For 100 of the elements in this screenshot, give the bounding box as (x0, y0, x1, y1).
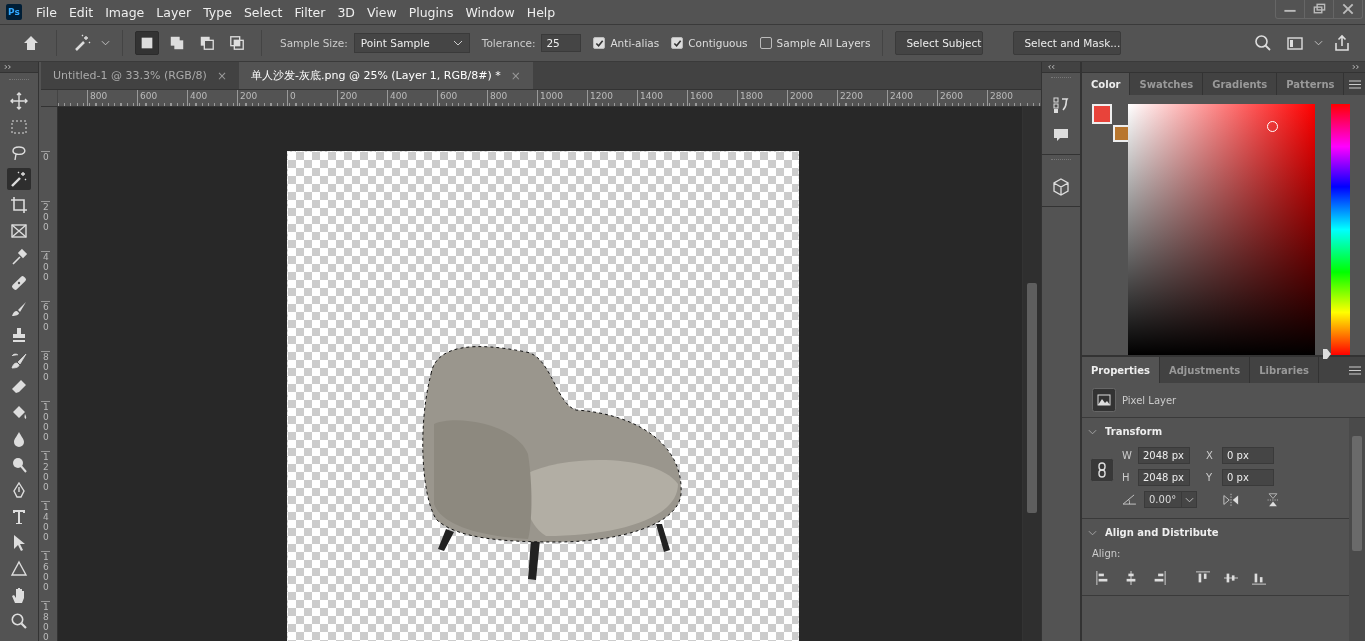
menu-item[interactable]: File (30, 4, 63, 20)
align-label: Align: (1092, 548, 1122, 559)
ruler-label: 600 (41, 301, 50, 351)
menu-item[interactable]: Edit (62, 4, 100, 20)
ruler-label: 200 (237, 90, 287, 106)
document-tab[interactable]: Untitled-1 @ 33.3% (RGB/8) × (41, 62, 239, 89)
align-right-icon[interactable] (1152, 571, 1166, 585)
option-button[interactable]: Select Subject (895, 31, 984, 55)
flip-vertical-icon[interactable] (1265, 492, 1281, 507)
ruler-label: 2200 (837, 90, 887, 106)
section-title: Transform (1105, 426, 1163, 437)
document-tab[interactable]: 单人沙发-灰底.png @ 25% (Layer 1, RGB/8#) * × (239, 62, 533, 89)
caret-icon (1184, 496, 1194, 503)
panel-tab[interactable]: Properties (1082, 357, 1160, 383)
link-icon[interactable] (1090, 458, 1114, 482)
ruler-label: 400 (41, 251, 50, 301)
ruler-label: 1000 (41, 401, 50, 451)
menu-item[interactable]: Window (459, 4, 521, 20)
ruler-label: 2800 (987, 90, 1037, 106)
workspace-icon[interactable] (1286, 34, 1304, 52)
search-icon[interactable] (1254, 34, 1272, 52)
ruler-label: 600 (437, 90, 487, 106)
menu-icon[interactable] (1349, 79, 1361, 89)
menu-icon[interactable] (1349, 365, 1361, 375)
x-label: X (1206, 450, 1214, 461)
panel-tab[interactable]: Swatches (1130, 73, 1204, 95)
selection-mode-button[interactable] (135, 31, 159, 55)
ruler-label: 200 (337, 90, 387, 106)
ruler-label: 0 (41, 151, 50, 201)
share-icon[interactable] (1333, 34, 1351, 52)
tolerance-label: Tolerance: (481, 37, 536, 49)
ruler-label: 2600 (937, 90, 987, 106)
check-icon (594, 38, 604, 48)
menu-item[interactable]: Type (197, 4, 238, 20)
app-logo[interactable]: Ps (6, 4, 22, 20)
collapse-icon[interactable] (1352, 64, 1361, 70)
align-middle-icon[interactable] (1224, 571, 1238, 585)
option-button[interactable]: Select and Mask... (1013, 31, 1122, 55)
expand-icon[interactable] (4, 64, 13, 70)
foreground-color-swatch[interactable] (1092, 104, 1112, 124)
collapse-icon[interactable] (1046, 64, 1055, 70)
history-icon[interactable] (1052, 96, 1070, 114)
align-center-icon[interactable] (1124, 571, 1138, 585)
menu-item[interactable]: Layer (150, 4, 198, 20)
home-icon[interactable] (22, 34, 40, 52)
close-icon[interactable]: × (216, 68, 227, 83)
scrollbar-thumb[interactable] (1027, 283, 1037, 513)
check-icon (672, 38, 682, 48)
flip-horizontal-icon[interactable] (1223, 492, 1239, 507)
tolerance-field[interactable]: 25 (541, 34, 582, 52)
color-field[interactable] (1128, 104, 1315, 355)
width-field[interactable]: 2048 px (1138, 447, 1190, 464)
scrollbar-thumb[interactable] (1352, 436, 1362, 551)
ruler-label: 400 (387, 90, 437, 106)
y-label: Y (1206, 472, 1214, 483)
menu-item[interactable]: 3D (331, 4, 361, 20)
ruler-label: 2400 (887, 90, 937, 106)
comment-icon[interactable] (1052, 126, 1070, 144)
section-title: Align and Distribute (1105, 527, 1219, 538)
align-bottom-icon[interactable] (1252, 571, 1266, 585)
panel-tab[interactable]: Color (1082, 73, 1131, 95)
layer-type-label: Pixel Layer (1122, 394, 1177, 406)
wand-tool-icon[interactable] (7, 168, 31, 190)
cube-icon[interactable] (1052, 178, 1070, 196)
menu-item[interactable]: Help (520, 4, 562, 20)
ruler-label: 0 (287, 90, 337, 106)
menu-item[interactable]: Filter (288, 4, 332, 20)
panel-tab[interactable]: Gradients (1203, 73, 1278, 95)
option-checkbox[interactable]: Anti-alias (593, 37, 660, 49)
menu-item[interactable]: Select (237, 4, 289, 20)
y-field[interactable]: 0 px (1222, 469, 1274, 486)
panel-tab[interactable]: Adjustments (1159, 357, 1251, 383)
ruler-label: 1800 (737, 90, 787, 106)
ruler-label: 200 (41, 201, 50, 251)
caret-icon (452, 40, 463, 46)
angle-dropdown[interactable]: 0.00° (1144, 491, 1197, 508)
ruler-label: 2000 (787, 90, 837, 106)
ruler-label: 1400 (637, 90, 687, 106)
option-checkbox[interactable]: Sample All Layers (759, 37, 871, 49)
menu-item[interactable]: Image (99, 4, 151, 20)
intersect-selection-icon (229, 35, 245, 51)
angle-icon (1122, 494, 1137, 505)
menu-item[interactable]: Plugins (402, 4, 460, 20)
caret-icon[interactable] (101, 40, 110, 46)
magic-wand-icon[interactable] (73, 34, 91, 52)
panel-tab[interactable]: Patterns (1277, 73, 1345, 95)
align-top-icon[interactable] (1196, 571, 1210, 585)
image-layer-icon (1092, 388, 1116, 412)
option-checkbox[interactable]: Contiguous (671, 37, 748, 49)
align-left-icon[interactable] (1096, 571, 1110, 585)
height-field[interactable]: 2048 px (1138, 469, 1190, 486)
caret-icon[interactable] (1314, 40, 1323, 46)
x-field[interactable]: 0 px (1222, 447, 1274, 464)
new-selection-icon (139, 35, 155, 51)
menu-item[interactable]: View (361, 4, 403, 20)
ruler-label: 1000 (537, 90, 587, 106)
sample-size-dropdown[interactable]: Point Sample (353, 33, 470, 53)
panel-tab[interactable]: Libraries (1250, 357, 1319, 383)
hue-slider-handle[interactable] (1323, 349, 1331, 359)
ruler-label: 1400 (41, 501, 50, 551)
